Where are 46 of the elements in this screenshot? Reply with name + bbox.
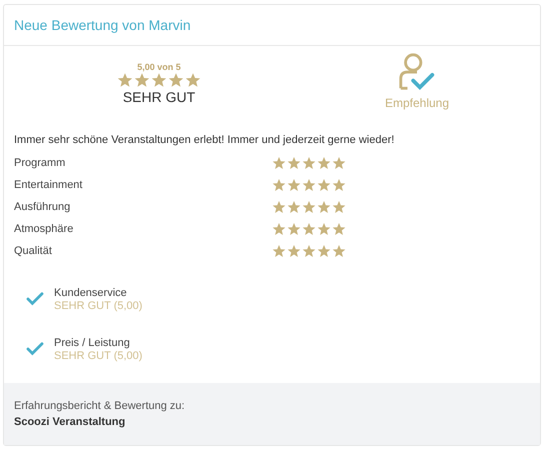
review-title: Neue Bewertung von Marvin bbox=[14, 17, 191, 33]
highlight-label: Preis / Leistung bbox=[54, 336, 131, 348]
star-icon bbox=[272, 178, 286, 192]
star-icon bbox=[332, 222, 346, 236]
star-icon bbox=[272, 156, 286, 170]
star-icon bbox=[317, 200, 331, 214]
criterion-label: Programm bbox=[14, 157, 66, 169]
star-icon bbox=[332, 156, 346, 170]
footer-subject: Scoozi Veranstaltung bbox=[14, 416, 126, 428]
star-icon bbox=[332, 178, 346, 192]
star-icon bbox=[287, 244, 301, 258]
star-icon bbox=[168, 72, 184, 88]
highlight-label: Kundenservice bbox=[54, 286, 128, 298]
star-icon bbox=[185, 72, 201, 88]
highlight-rating: SEHR GUT (5,00) bbox=[54, 300, 142, 312]
star-icon bbox=[272, 244, 286, 258]
star-icon bbox=[332, 200, 346, 214]
star-icon bbox=[287, 200, 301, 214]
star-icon bbox=[272, 200, 286, 214]
score-text: 5,00 von 5 bbox=[137, 62, 181, 72]
review-comment: Immer sehr schöne Veranstaltungen erlebt! Immer und jederzeit gerne wieder! bbox=[14, 134, 396, 146]
star-icon bbox=[317, 244, 331, 258]
star-icon bbox=[117, 72, 133, 88]
star-icon bbox=[302, 178, 316, 192]
star-icon bbox=[317, 156, 331, 170]
highlight-rating: SEHR GUT (5,00) bbox=[54, 350, 142, 362]
star-icon bbox=[317, 178, 331, 192]
star-icon bbox=[151, 72, 167, 88]
star-icon bbox=[317, 222, 331, 236]
star-icon bbox=[272, 222, 286, 236]
star-icon bbox=[134, 72, 150, 88]
criterion-label: Atmosphäre bbox=[14, 223, 74, 235]
star-icon bbox=[302, 244, 316, 258]
star-icon bbox=[287, 178, 301, 192]
star-icon bbox=[287, 156, 301, 170]
recommendation-label: Empfehlung bbox=[384, 96, 450, 110]
star-icon bbox=[302, 200, 316, 214]
verdict-text: SEHR GUT bbox=[122, 89, 196, 105]
star-icon bbox=[302, 156, 316, 170]
star-icon bbox=[287, 222, 301, 236]
star-icon bbox=[332, 244, 346, 258]
criterion-label: Qualität bbox=[14, 245, 53, 257]
star-icon bbox=[302, 222, 316, 236]
criterion-label: Ausführung bbox=[14, 201, 72, 213]
footer-caption: Erfahrungsbericht & Bewertung zu: bbox=[14, 400, 186, 412]
criterion-label: Entertainment bbox=[14, 179, 84, 191]
